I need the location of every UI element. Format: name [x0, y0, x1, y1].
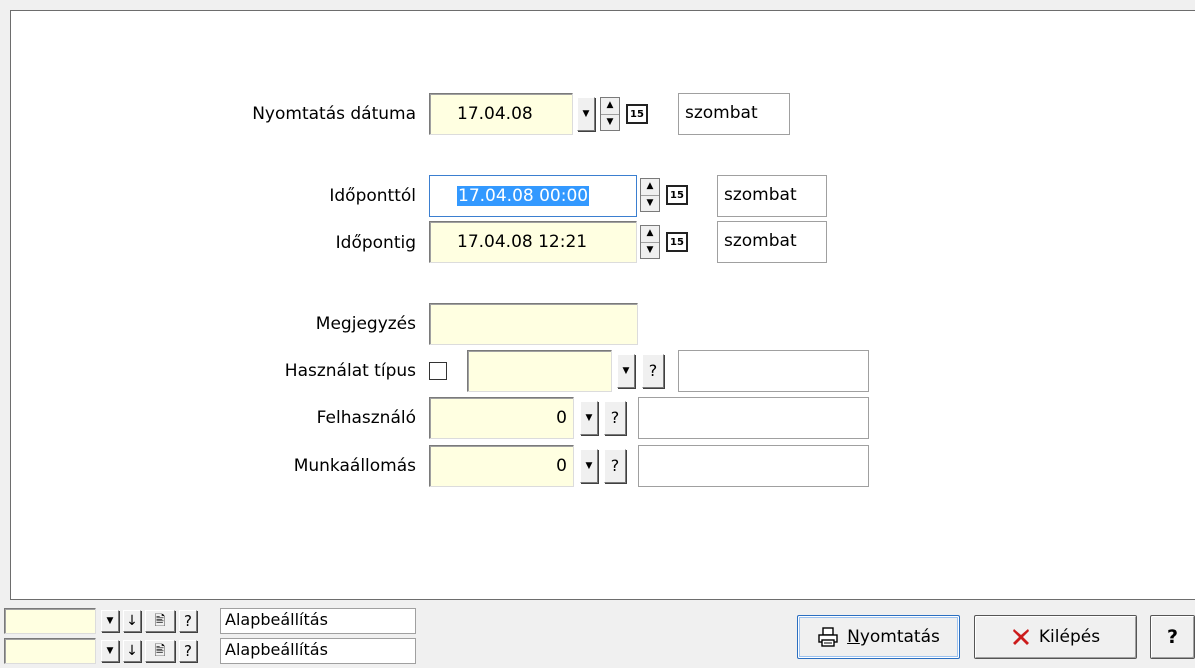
usage-type-description	[678, 350, 869, 392]
chevron-down-icon: ▼	[585, 412, 593, 423]
question-icon: ?	[184, 641, 192, 660]
chevron-down-icon: ▼	[622, 365, 630, 376]
usage-type-dropdown-button[interactable]: ▼	[617, 354, 635, 388]
printer-icon	[818, 627, 838, 647]
question-icon: ?	[184, 611, 192, 630]
chevron-down-icon: ▼	[582, 108, 590, 119]
from-calendar-button[interactable]: 15	[666, 185, 688, 205]
print-button-label: Nyomtatás	[847, 627, 940, 647]
help-button[interactable]: ?	[1150, 615, 1195, 659]
from-day: szombat	[717, 175, 827, 217]
print-date-spin[interactable]: ▲ ▼	[600, 97, 620, 131]
preset-1-help-button[interactable]: ?	[179, 610, 197, 632]
user-label: Felhasználó	[316, 408, 416, 428]
to-calendar-button[interactable]: 15	[666, 232, 688, 252]
usage-type-label: Használat típus	[284, 361, 416, 381]
red-x-icon	[1012, 629, 1029, 645]
workstation-field[interactable]: 0	[429, 445, 574, 487]
preset-2-save-button[interactable]: 🖹	[145, 640, 175, 662]
usage-type-help-button[interactable]: ?	[642, 354, 664, 388]
exit-button-label: Kilépés	[1038, 627, 1101, 647]
to-day: szombat	[717, 221, 827, 263]
print-date-label: Nyomtatás dátuma	[252, 104, 416, 124]
from-datetime-field[interactable]: 17.04.08 00:00	[429, 175, 637, 217]
preset-2-dropdown-button[interactable]: ▼	[101, 640, 119, 662]
chevron-down-icon: ▼	[106, 615, 114, 626]
user-dropdown-button[interactable]: ▼	[580, 401, 598, 435]
calendar-icon: 15	[666, 232, 688, 252]
spin-up-icon: ▲	[646, 181, 654, 192]
document-icon: 🖹	[154, 613, 166, 629]
print-date-day: szombat	[678, 93, 790, 135]
spin-down-icon: ▼	[601, 113, 619, 131]
workstation-label: Munkaállomás	[293, 456, 416, 476]
calendar-icon: 15	[626, 104, 648, 124]
note-field[interactable]	[429, 303, 638, 345]
from-selected-text: 17.04.08 00:00	[457, 186, 590, 206]
question-icon: ?	[648, 361, 658, 380]
preset-2-field[interactable]	[4, 638, 96, 664]
spin-up-icon: ▲	[646, 228, 654, 239]
help-button-label: ?	[1166, 626, 1179, 648]
question-icon: ?	[610, 408, 620, 427]
preset-1-label: Alapbeállítás	[220, 608, 416, 634]
print-date-dropdown-button[interactable]: ▼	[577, 97, 595, 131]
calendar-icon: 15	[666, 185, 688, 205]
print-button[interactable]: Nyomtatás	[797, 615, 960, 659]
user-field[interactable]: 0	[429, 397, 574, 439]
to-datetime-field[interactable]: 17.04.08 12:21	[429, 221, 637, 263]
spin-down-icon: ▼	[641, 194, 659, 212]
workstation-help-button[interactable]: ?	[604, 449, 626, 483]
to-spin[interactable]: ▲ ▼	[640, 225, 660, 259]
print-date-calendar-button[interactable]: 15	[626, 104, 648, 124]
preset-2-help-button[interactable]: ?	[179, 640, 197, 662]
workstation-dropdown-button[interactable]: ▼	[580, 449, 598, 483]
question-icon: ?	[610, 456, 620, 475]
spin-up-icon: ▲	[606, 100, 614, 111]
usage-type-checkbox[interactable]	[429, 362, 447, 380]
user-help-button[interactable]: ?	[604, 401, 626, 435]
exit-button[interactable]: Kilépés	[974, 615, 1137, 659]
document-icon: 🖹	[154, 643, 166, 659]
preset-1-dropdown-button[interactable]: ▼	[101, 610, 119, 632]
preset-1-save-button[interactable]: 🖹	[145, 610, 175, 632]
usage-type-field[interactable]	[467, 350, 612, 392]
note-label: Megjegyzés	[315, 314, 416, 334]
preset-2-label: Alapbeállítás	[220, 638, 416, 664]
user-description	[638, 397, 869, 439]
arrow-down-icon: ↓	[126, 613, 138, 629]
from-label: Időponttól	[329, 186, 416, 206]
chevron-down-icon: ▼	[106, 645, 114, 656]
preset-1-load-button[interactable]: ↓	[123, 610, 141, 632]
chevron-down-icon: ▼	[585, 460, 593, 471]
arrow-down-icon: ↓	[126, 643, 138, 659]
preset-1-field[interactable]	[4, 608, 96, 634]
preset-2-load-button[interactable]: ↓	[123, 640, 141, 662]
print-date-field[interactable]: 17.04.08	[429, 93, 573, 135]
spin-down-icon: ▼	[641, 241, 659, 259]
workstation-description	[638, 445, 869, 487]
to-label: Időpontig	[335, 233, 416, 253]
from-spin[interactable]: ▲ ▼	[640, 178, 660, 212]
